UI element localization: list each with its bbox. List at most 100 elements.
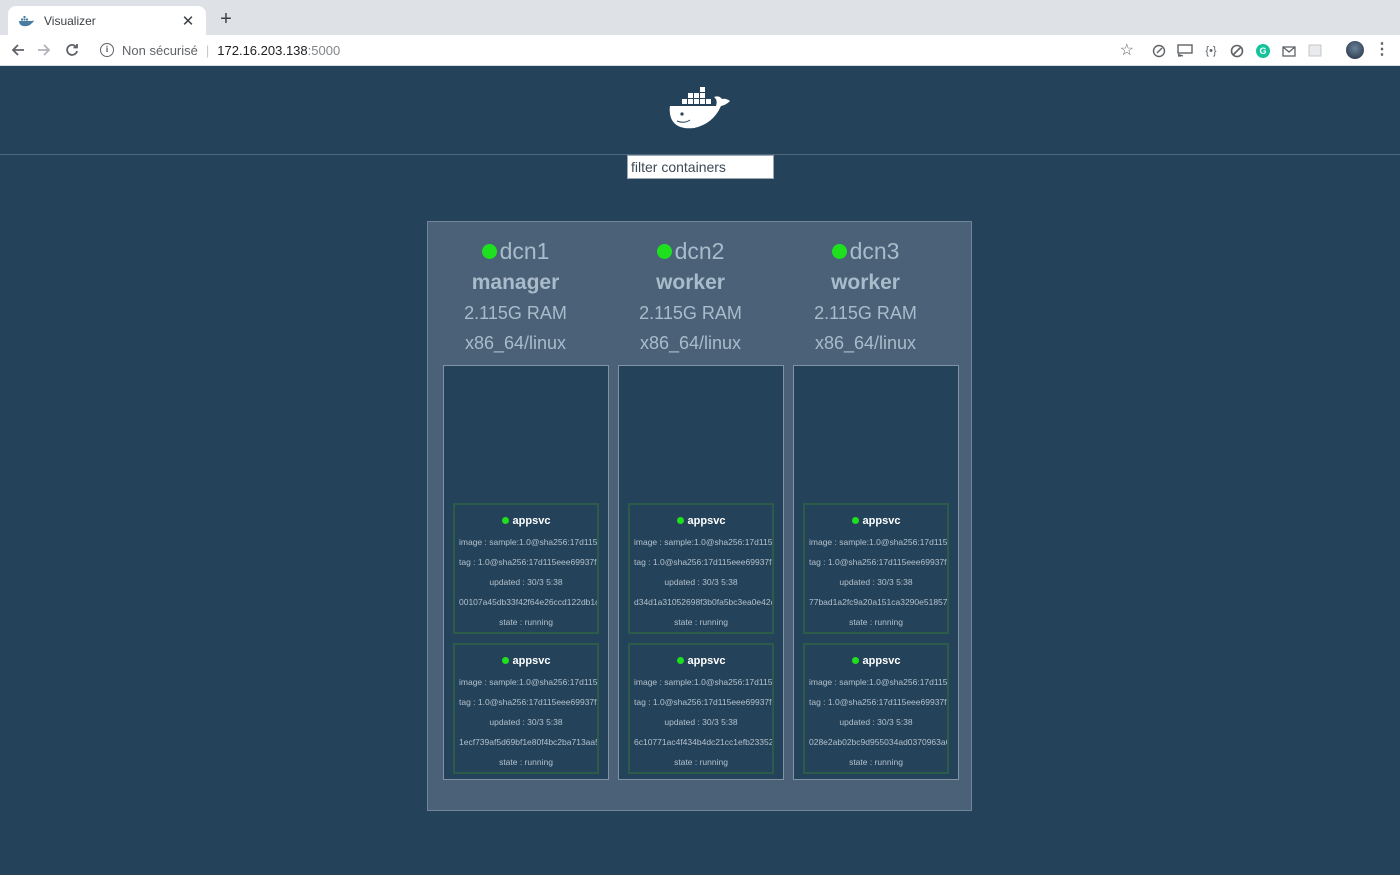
task-updated: updated : 30/3 5:38 [664,717,738,727]
node-header: dcn1 manager 2.115G RAM x86_64/linux [428,234,603,358]
task-state: state : running [674,617,728,627]
task-image: image : sample:1.0@sha256:17d115e [809,537,947,547]
task-tag: tag : 1.0@sha256:17d115eee69937f2 [459,697,597,707]
node-card-dcn3: dcn3 worker 2.115G RAM x86_64/linux apps… [778,222,959,812]
node-arch: x86_64/linux [639,333,742,353]
task-tag: tag : 1.0@sha256:17d115eee69937f2 [459,557,597,567]
extensions-bar: {•} G [1146,35,1328,66]
task-tag: tag : 1.0@sha256:17d115eee69937f2 [634,697,772,707]
task-name: appsvc [862,514,901,527]
g-badge: G [1256,43,1270,58]
node-name: dcn1 [499,237,550,264]
task-name-row: appsvc [455,645,597,672]
address-separator: | [205,42,210,58]
address-bar[interactable]: i Non sécurisé | 172.16.203.138 :5000 ☆ [92,38,1142,62]
task-name: appsvc [687,654,726,667]
task-status-dot [851,657,859,664]
node-role: manager [471,271,560,294]
filter-containers-input[interactable] [627,155,774,179]
node-role: worker [831,271,900,294]
task-image: image : sample:1.0@sha256:17d115e [459,537,597,547]
task-card[interactable]: appsvc image : sample:1.0@sha256:17d115e… [453,643,599,774]
back-arrow-icon[interactable] [6,39,30,61]
tab-title: Visualizer [44,13,96,28]
task-name: appsvc [512,514,551,527]
task-id: 6c10771ac4f434b4dc21cc1efb23352 [634,737,772,747]
sync-icon[interactable] [1224,41,1250,61]
grammarly-icon[interactable] [1146,41,1172,61]
task-card[interactable]: appsvc image : sample:1.0@sha256:17d115e… [803,503,949,634]
browser-tab-visualizer[interactable]: Visualizer ✕ [8,6,206,35]
task-card[interactable]: appsvc image : sample:1.0@sha256:17d115e… [628,643,774,774]
task-updated: updated : 30/3 5:38 [489,577,563,587]
task-state: state : running [674,757,728,767]
browser-menu-icon[interactable]: ⋮ [1374,40,1390,60]
info-icon[interactable]: i [100,43,114,57]
node-name-row: dcn2 [603,234,778,268]
task-image: image : sample:1.0@sha256:17d115e [809,677,947,687]
node-status-dot [481,243,497,259]
task-card[interactable]: appsvc image : sample:1.0@sha256:17d115e… [803,643,949,774]
node-arch: x86_64/linux [814,333,917,353]
node-ram: 2.115G RAM [639,303,742,323]
bookmark-star-icon[interactable]: ☆ [1120,40,1134,60]
task-name: appsvc [862,654,901,667]
task-name: appsvc [512,654,551,667]
node-card-dcn1: dcn1 manager 2.115G RAM x86_64/linux app… [428,222,609,812]
cast-icon[interactable] [1172,41,1198,61]
close-tab-icon[interactable]: ✕ [180,12,196,30]
node-name-row: dcn1 [428,234,603,268]
task-id: 1ecf739af5d69bf1e80f4bc2ba713aa5 [459,737,597,747]
security-status: Non sécurisé [122,42,198,58]
task-image: image : sample:1.0@sha256:17d115e [634,677,772,687]
task-name-row: appsvc [805,505,947,532]
docker-logo-icon [668,84,734,134]
task-card[interactable]: appsvc image : sample:1.0@sha256:17d115e… [628,503,774,634]
task-name-row: appsvc [630,645,772,672]
forward-arrow-icon[interactable] [32,39,56,61]
task-id: 028e2ab02bc9d955034ad0370963a6 [809,737,947,747]
url-host: 172.16.203.138 [217,42,308,58]
node-task-list: appsvc image : sample:1.0@sha256:17d115e… [793,365,959,780]
node-ram: 2.115G RAM [464,303,567,323]
docker-whale-icon [18,13,34,29]
task-state: state : running [499,617,553,627]
node-name-row: dcn3 [778,234,953,268]
task-name-row: appsvc [805,645,947,672]
task-image: image : sample:1.0@sha256:17d115e [634,537,772,547]
task-updated: updated : 30/3 5:38 [839,577,913,587]
profile-avatar[interactable] [1346,41,1364,59]
node-arch: x86_64/linux [464,333,567,353]
node-status-dot [656,243,672,259]
task-updated: updated : 30/3 5:38 [664,577,738,587]
task-state: state : running [499,757,553,767]
task-tag: tag : 1.0@sha256:17d115eee69937f2 [809,697,947,707]
browser-tab-strip: Visualizer ✕ + [0,0,1400,35]
node-header: dcn3 worker 2.115G RAM x86_64/linux [778,234,953,358]
task-image: image : sample:1.0@sha256:17d115e [459,677,597,687]
task-name-row: appsvc [455,505,597,532]
task-id: d34d1a31052698f3b0fa5bc3ea0e42c [634,597,772,607]
translate-icon[interactable] [1302,41,1328,61]
node-task-list: appsvc image : sample:1.0@sha256:17d115e… [618,365,784,780]
new-tab-button[interactable]: + [215,8,237,30]
task-id: 77bad1a2fc9a20a151ca3290e518574 [809,597,947,607]
reload-icon[interactable] [60,39,84,61]
node-name: dcn2 [674,237,725,264]
task-name-row: appsvc [630,505,772,532]
node-task-list: appsvc image : sample:1.0@sha256:17d115e… [443,365,609,780]
task-updated: updated : 30/3 5:38 [839,717,913,727]
mail-icon[interactable] [1276,41,1302,61]
node-ram: 2.115G RAM [814,303,917,323]
task-id: 00107a45db33f42f64e26ccd122db1c [459,597,597,607]
task-status-dot [501,517,509,524]
task-state: state : running [849,617,903,627]
g-icon[interactable]: G [1250,41,1276,61]
task-status-dot [676,657,684,664]
task-card[interactable]: appsvc image : sample:1.0@sha256:17d115e… [453,503,599,634]
node-card-dcn2: dcn2 worker 2.115G RAM x86_64/linux apps… [603,222,784,812]
node-role: worker [656,271,725,294]
task-state: state : running [849,757,903,767]
swarm-nodes-panel: dcn1 manager 2.115G RAM x86_64/linux app… [427,221,972,811]
json-icon[interactable]: {•} [1198,41,1224,61]
